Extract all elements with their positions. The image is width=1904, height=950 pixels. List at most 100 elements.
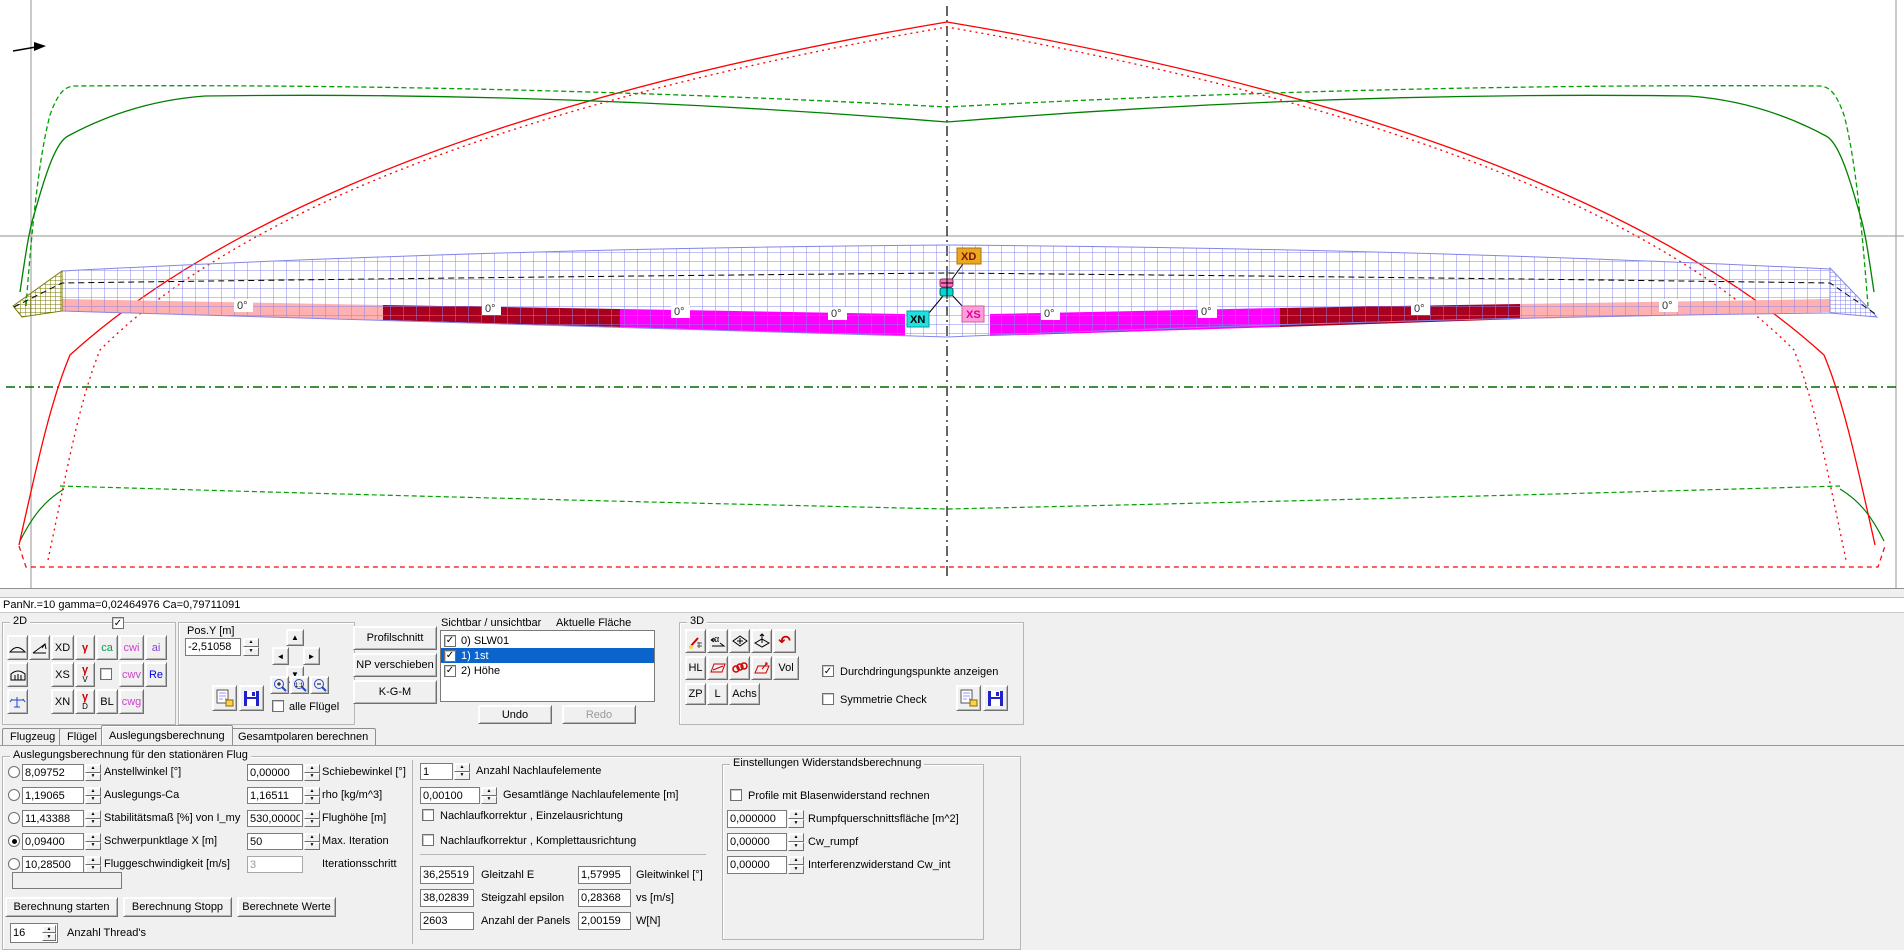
rumpfquerschnitt-input[interactable] bbox=[727, 810, 787, 828]
surface-1-checkbox[interactable]: ✓ bbox=[444, 649, 456, 662]
hl-button[interactable]: HL bbox=[685, 656, 706, 680]
ca-button[interactable]: ca bbox=[96, 635, 118, 660]
profilschnitt-button[interactable]: Profilschnitt bbox=[353, 626, 437, 650]
gamma-d-button[interactable]: γD bbox=[75, 689, 95, 714]
posy-spin-down[interactable]: ▼ bbox=[243, 647, 259, 656]
spin-down[interactable]: ▼ bbox=[304, 772, 320, 781]
glider-view-button[interactable] bbox=[7, 689, 28, 714]
surface-0-checkbox[interactable]: ✓ bbox=[444, 634, 456, 647]
schiebewinkel-input[interactable] bbox=[247, 764, 303, 781]
cw-int-input[interactable] bbox=[727, 856, 787, 874]
alpha-angle-button[interactable] bbox=[29, 635, 50, 660]
radio-schwerpunktlage[interactable] bbox=[8, 835, 20, 847]
anstellwinkel-spinner[interactable]: ▲ ▼ bbox=[85, 764, 101, 781]
schwerpunktlage-input[interactable] bbox=[22, 833, 84, 850]
max-iteration-input[interactable] bbox=[247, 833, 303, 850]
radio-anstellwinkel[interactable] bbox=[8, 766, 20, 778]
re-button[interactable]: Re bbox=[145, 662, 167, 687]
alpha-3d-button[interactable]: α bbox=[707, 629, 728, 653]
spin-up[interactable]: ▲ bbox=[304, 833, 320, 842]
spin-down[interactable]: ▼ bbox=[85, 818, 101, 827]
lift-3d-button[interactable] bbox=[751, 629, 772, 653]
spin-up[interactable]: ▲ bbox=[304, 787, 320, 796]
surface-list-item[interactable]: ✓ 2) Höhe bbox=[441, 663, 654, 678]
planform-plot-canvas[interactable]: 0° 0° 0° 0° 0° 0° 0° 0° XD XS XN bbox=[0, 0, 1904, 588]
spin-up[interactable]: ▲ bbox=[85, 787, 101, 796]
cwg-button[interactable]: cwg bbox=[119, 689, 144, 714]
cw-rumpf-input[interactable] bbox=[727, 833, 787, 851]
alle-fluegel-checkbox[interactable] bbox=[272, 700, 284, 712]
cw-int-spinner[interactable]: ▲ ▼ bbox=[788, 856, 804, 874]
save-2d-button[interactable] bbox=[239, 685, 264, 711]
blasenwiderstand-checkbox[interactable] bbox=[730, 789, 742, 801]
spin-up[interactable]: ▲ bbox=[85, 833, 101, 842]
spin-up[interactable]: ▲ bbox=[42, 925, 56, 933]
bl-button[interactable]: BL bbox=[96, 689, 118, 714]
zp-button[interactable]: ZP bbox=[685, 683, 706, 705]
spin-up[interactable]: ▲ bbox=[788, 810, 804, 819]
wing-outline-button[interactable] bbox=[7, 635, 28, 660]
spin-down[interactable]: ▼ bbox=[85, 772, 101, 781]
spin-up[interactable]: ▲ bbox=[85, 764, 101, 773]
spin-up[interactable]: ▲ bbox=[85, 856, 101, 865]
rho-input[interactable] bbox=[247, 787, 303, 804]
export-3d-button[interactable] bbox=[956, 685, 981, 711]
durchdringung-checkbox[interactable]: ✓ bbox=[822, 665, 834, 677]
radio-auslegungs-ca[interactable] bbox=[8, 789, 20, 801]
spin-down[interactable]: ▼ bbox=[788, 819, 804, 828]
symmetrie-checkbox[interactable] bbox=[822, 693, 834, 705]
xd-button[interactable]: XD bbox=[51, 635, 74, 660]
tab-fluegel[interactable]: Flügel bbox=[59, 728, 105, 745]
threads-spinner[interactable]: ▲ ▼ bbox=[42, 925, 56, 941]
vol-button[interactable]: Vol bbox=[773, 656, 799, 680]
spin-down[interactable]: ▼ bbox=[85, 795, 101, 804]
paint-mesh-button[interactable] bbox=[685, 629, 706, 653]
laenge-nachlauf-spinner[interactable]: ▲ ▼ bbox=[481, 787, 497, 804]
undo-3d-button[interactable]: ↶ bbox=[773, 629, 796, 653]
pan-left-button[interactable]: ◄ bbox=[272, 647, 289, 665]
anzahl-nachlauf-input[interactable] bbox=[420, 763, 453, 780]
kgm-button[interactable]: K-G-M bbox=[353, 680, 437, 704]
ai-button[interactable]: ai bbox=[145, 635, 167, 660]
spin-down[interactable]: ▼ bbox=[304, 795, 320, 804]
zoom-actual-button[interactable]: 1:1 bbox=[290, 676, 309, 694]
spin-down[interactable]: ▼ bbox=[788, 842, 804, 851]
anzahl-nachlauf-spinner[interactable]: ▲ ▼ bbox=[454, 763, 470, 780]
gamma-v-checkbox[interactable] bbox=[100, 668, 112, 680]
spin-up[interactable]: ▲ bbox=[481, 787, 497, 796]
auslegungs-ca-input[interactable] bbox=[22, 787, 84, 804]
gamma-button[interactable]: γ bbox=[75, 635, 95, 660]
spin-up[interactable]: ▲ bbox=[788, 833, 804, 842]
fluggeschwindigkeit-input[interactable] bbox=[22, 856, 84, 873]
surface-list-item[interactable]: ✓ 0) SLW01 bbox=[441, 633, 654, 648]
radio-stabilitaetsmass[interactable] bbox=[8, 812, 20, 824]
stabilitaetsmass-input[interactable] bbox=[22, 810, 84, 827]
vortex-button[interactable] bbox=[729, 656, 750, 680]
cwi-button[interactable]: cwi bbox=[119, 635, 144, 660]
panel-sheet-button[interactable] bbox=[707, 656, 728, 680]
cw-rumpf-spinner[interactable]: ▲ ▼ bbox=[788, 833, 804, 851]
tab-flugzeug[interactable]: Flugzeug bbox=[2, 728, 64, 745]
flughoehe-spinner[interactable]: ▲ ▼ bbox=[304, 810, 320, 827]
spin-down[interactable]: ▼ bbox=[788, 865, 804, 874]
zoom-in-button[interactable] bbox=[270, 676, 289, 694]
posy-spin-up[interactable]: ▲ bbox=[243, 638, 259, 647]
redo-button[interactable]: Redo bbox=[562, 705, 636, 724]
xs-button[interactable]: XS bbox=[51, 662, 74, 687]
spin-down[interactable]: ▼ bbox=[85, 841, 101, 850]
radio-fluggeschwindigkeit[interactable] bbox=[8, 858, 20, 870]
spin-up[interactable]: ▲ bbox=[304, 810, 320, 819]
spin-down[interactable]: ▼ bbox=[304, 818, 320, 827]
schwerpunktlage-spinner[interactable]: ▲ ▼ bbox=[85, 833, 101, 850]
anstellwinkel-input[interactable] bbox=[22, 764, 84, 781]
auslegungs-ca-spinner[interactable]: ▲ ▼ bbox=[85, 787, 101, 804]
spin-down[interactable]: ▼ bbox=[481, 795, 497, 804]
spin-down[interactable]: ▼ bbox=[304, 841, 320, 850]
schiebewinkel-spinner[interactable]: ▲ ▼ bbox=[304, 764, 320, 781]
laenge-nachlauf-input[interactable] bbox=[420, 787, 480, 804]
gamma-v-button[interactable]: γV bbox=[75, 662, 95, 687]
berechnete-werte-button[interactable]: Berechnete Werte bbox=[237, 897, 336, 917]
nachlauf-einzel-checkbox[interactable] bbox=[422, 809, 434, 821]
xn-button[interactable]: XN bbox=[51, 689, 74, 714]
surface-list[interactable]: ✓ 0) SLW01 ✓ 1) 1st ✓ 2) Höhe bbox=[440, 630, 655, 702]
